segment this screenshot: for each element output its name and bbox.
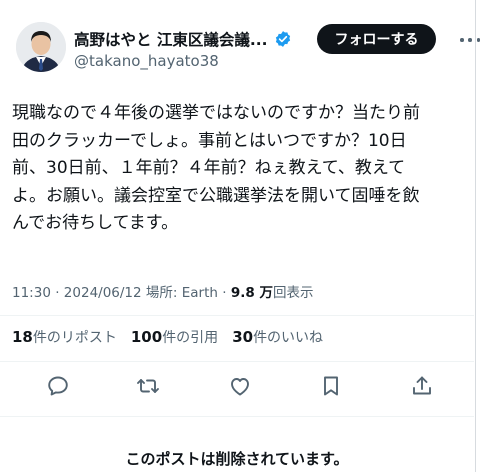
quotes-stat[interactable]: 100件の引用 (131, 327, 218, 347)
tweet-text: 現職なので４年後の選挙ではないのですか？当たり前 田のクラッカーでしょ。事前とは… (12, 103, 420, 233)
follow-button[interactable]: フォローする (317, 24, 436, 54)
author-handle[interactable]: @takano_hayato38 (74, 52, 219, 70)
likes-stat[interactable]: 30件のいいね (232, 327, 323, 347)
bookmark-icon[interactable] (319, 374, 343, 398)
divider (0, 416, 474, 417)
author-name[interactable]: 高野はやと 江東区議会議... (74, 28, 268, 50)
reposts-stat[interactable]: 18件のリポスト (12, 327, 117, 347)
divider (0, 315, 474, 316)
scroll-edge (475, 0, 476, 472)
action-bar (0, 374, 480, 398)
avatar[interactable] (16, 22, 66, 72)
engagement-stats: 18件のリポスト 100件の引用 30件のいいね (12, 327, 337, 347)
more-options-icon[interactable] (460, 30, 480, 50)
tweet-date[interactable]: 2024/06/12 (64, 285, 142, 301)
verified-badge-icon (275, 31, 290, 47)
share-icon[interactable] (410, 374, 434, 398)
views-label: 回表示 (272, 285, 314, 301)
repost-icon[interactable] (136, 374, 160, 398)
divider (0, 361, 474, 362)
tweet-time[interactable]: 11:30 (12, 285, 51, 301)
reply-icon[interactable] (46, 374, 70, 398)
tweet-location: 場所: Earth (145, 285, 218, 301)
views-count: 9.8 万 (230, 285, 273, 301)
tweet-header: 高野はやと 江東区議会議... @takano_hayato38 フォローする (14, 20, 480, 76)
tweet-meta: 11:30 · 2024/06/12 場所: Earth · 9.8 万回表示 (12, 285, 314, 301)
like-icon[interactable] (228, 374, 252, 398)
deleted-notice: このポストは削除されています。 (125, 450, 349, 468)
